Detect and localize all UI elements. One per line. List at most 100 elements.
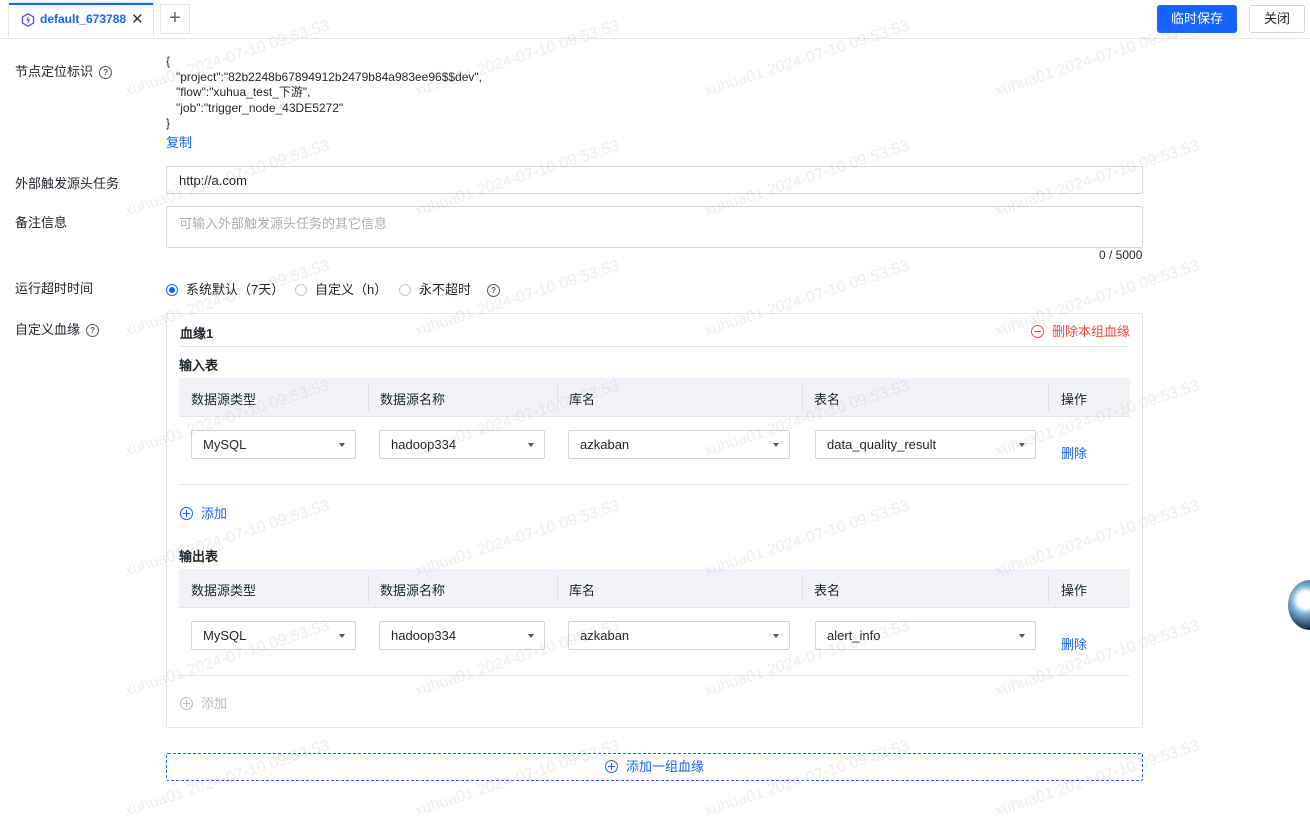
source-type-select[interactable]: MySQL [191, 430, 356, 459]
remark-placeholder: 可输入外部触发源头任务的其它信息 [179, 216, 388, 231]
chevron-down-icon [528, 634, 534, 638]
radio-checked-icon [166, 284, 178, 296]
select-value: MySQL [203, 628, 247, 643]
timeout-option-never[interactable]: 永不超时? [399, 279, 501, 298]
col-db-name: 库名 [569, 583, 596, 598]
tab-bar: default_673788 ✕ + 临时保存 关闭 [0, 0, 1310, 39]
lineage-label: 自定义血缘? [15, 319, 100, 338]
remark-textarea[interactable]: 可输入外部触发源头任务的其它信息 [166, 206, 1143, 248]
divider [179, 484, 1130, 485]
table-name-select[interactable]: data_quality_result [815, 430, 1036, 459]
chevron-down-icon [1019, 443, 1025, 447]
select-value: azkaban [580, 437, 630, 452]
col-source-type: 数据源类型 [191, 392, 257, 407]
timeout-label: 运行超时时间 [15, 281, 94, 296]
column-separator [368, 384, 369, 411]
tab-close-icon[interactable]: ✕ [131, 10, 144, 28]
tab-title: default_673788 [40, 12, 127, 26]
column-separator [802, 575, 803, 602]
db-name-select[interactable]: azkaban [568, 621, 790, 650]
radio-unchecked-icon [399, 284, 411, 296]
source-task-input[interactable]: http://a.com [166, 166, 1143, 194]
chevron-down-icon [1019, 634, 1025, 638]
input-table-header: 数据源类型 数据源名称 库名 表名 操作 [179, 378, 1130, 417]
source-task-label: 外部触发源头任务 [15, 176, 120, 191]
help-icon[interactable]: ? [487, 284, 501, 298]
minus-circle-icon [1030, 325, 1044, 338]
source-type-select[interactable]: MySQL [191, 621, 356, 650]
copy-link[interactable]: 复制 [166, 132, 192, 151]
select-value: hadoop334 [391, 628, 457, 643]
node-id-label: 节点定位标识? [15, 61, 113, 80]
add-output-button[interactable]: 添加 [180, 693, 227, 712]
plus-circle-icon [604, 760, 618, 773]
active-tab-indicator [9, 3, 153, 5]
column-separator [368, 575, 369, 602]
plus-circle-icon [180, 697, 193, 710]
col-action: 操作 [1061, 583, 1088, 598]
col-source-type: 数据源类型 [191, 583, 257, 598]
delete-row-link[interactable]: 删除 [1061, 634, 1087, 653]
column-separator [1048, 384, 1049, 411]
radio-unchecked-icon [295, 284, 307, 296]
add-input-label: 添加 [201, 506, 228, 521]
source-task-value: http://a.com [179, 173, 247, 188]
column-separator [1048, 575, 1049, 602]
add-output-label: 添加 [201, 696, 228, 711]
timeout-option-never-label: 永不超时 [419, 282, 472, 297]
chevron-down-icon [773, 634, 779, 638]
col-db-name: 库名 [569, 392, 596, 407]
help-icon[interactable]: ? [86, 324, 100, 338]
col-action: 操作 [1061, 392, 1088, 407]
add-input-button[interactable]: 添加 [180, 503, 227, 522]
source-name-select[interactable]: hadoop334 [379, 430, 545, 459]
output-table-title: 输出表 [179, 549, 219, 564]
node-id-label-text: 节点定位标识 [15, 64, 94, 79]
col-source-name: 数据源名称 [380, 392, 446, 407]
select-value: data_quality_result [827, 437, 937, 452]
remark-label: 备注信息 [15, 215, 68, 230]
chevron-down-icon [773, 443, 779, 447]
timeout-option-custom-label: 自定义（h） [315, 282, 388, 297]
add-lineage-group-label: 添加一组血缘 [625, 759, 704, 774]
col-table-name: 表名 [814, 583, 841, 598]
delete-row-link[interactable]: 删除 [1061, 443, 1087, 462]
col-table-name: 表名 [814, 392, 841, 407]
select-value: hadoop334 [391, 437, 457, 452]
timeout-option-default[interactable]: 系统默认（7天） [166, 279, 284, 298]
lineage-group-title: 血缘1 [180, 326, 214, 341]
add-lineage-group-button[interactable]: 添加一组血缘 [166, 753, 1143, 781]
select-value: azkaban [580, 628, 630, 643]
close-button[interactable]: 关闭 [1249, 5, 1305, 33]
add-tab-button[interactable]: + [160, 4, 190, 34]
divider [179, 675, 1130, 676]
flow-node-icon [21, 13, 35, 27]
select-value: MySQL [203, 437, 247, 452]
temp-save-button[interactable]: 临时保存 [1157, 5, 1237, 33]
column-separator [557, 575, 558, 602]
tab-default[interactable]: default_673788 ✕ [8, 2, 154, 37]
col-source-name: 数据源名称 [380, 583, 446, 598]
lineage-label-text: 自定义血缘 [15, 322, 81, 337]
chevron-down-icon [339, 443, 345, 447]
chevron-down-icon [339, 634, 345, 638]
delete-group-label: 删除本组血缘 [1051, 324, 1130, 339]
divider [179, 346, 1130, 347]
timeout-option-custom[interactable]: 自定义（h） [295, 279, 387, 298]
chevron-down-icon [528, 443, 534, 447]
plus-circle-icon [180, 507, 193, 520]
input-table-title: 输入表 [179, 358, 219, 373]
delete-group-button[interactable]: 删除本组血缘 [1030, 321, 1130, 340]
table-name-select[interactable]: alert_info [815, 621, 1036, 650]
remark-counter: 0 / 5000 [1099, 248, 1143, 262]
db-name-select[interactable]: azkaban [568, 430, 790, 459]
source-name-select[interactable]: hadoop334 [379, 621, 545, 650]
lineage-group-panel: 血缘1 删除本组血缘 输入表 数据源类型 数据源名称 库名 表名 操作 MySQ… [166, 313, 1143, 728]
select-value: alert_info [827, 628, 881, 643]
column-separator [802, 384, 803, 411]
help-icon[interactable]: ? [99, 66, 113, 80]
node-id-code: { "project":"82b2248b67894912b2479b84a98… [166, 54, 482, 130]
floating-assistant-avatar[interactable] [1288, 580, 1310, 630]
timeout-option-default-label: 系统默认（7天） [186, 282, 285, 297]
output-table-header: 数据源类型 数据源名称 库名 表名 操作 [179, 569, 1130, 608]
